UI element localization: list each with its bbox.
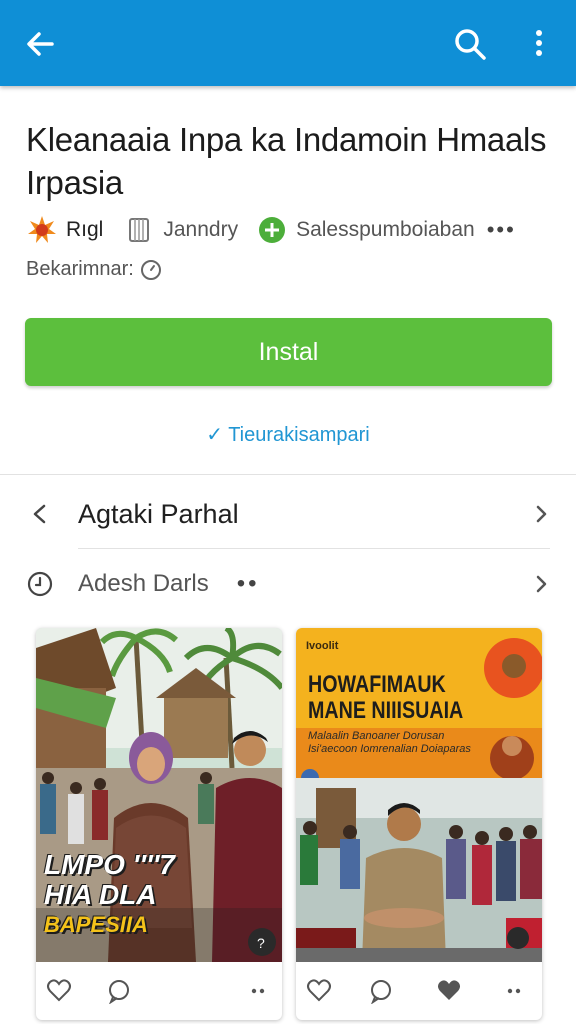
list-row-adesh[interactable]: Adesh Darls •• bbox=[0, 552, 576, 616]
heart-filled-icon[interactable] bbox=[436, 978, 462, 1004]
row-divider bbox=[78, 548, 550, 549]
search-icon[interactable] bbox=[450, 24, 490, 64]
app-title: Kleanaaia Inpa ka Indamoin Hmaals Irpasi… bbox=[26, 121, 547, 201]
app-subline: Bekarimnar: bbox=[26, 258, 162, 281]
heart-icon[interactable] bbox=[46, 978, 72, 1004]
overlay-line-1: LMPO ''''7 bbox=[44, 849, 175, 880]
row-label-text: Adesh Darls bbox=[78, 570, 209, 597]
section-divider bbox=[0, 474, 576, 475]
overlay-line-3: BAPESIIA bbox=[44, 912, 148, 937]
row-label: Agtaki Parhal bbox=[78, 498, 239, 529]
poster-brand: Ivoolit bbox=[306, 640, 339, 652]
poster-subtext: Malaalin Banoaner Dorusan Isi'aecoon Iom… bbox=[308, 730, 471, 755]
comment-icon[interactable] bbox=[106, 978, 132, 1004]
screenshot-overlay-title: LMPO ''''7 HIA DLA BAPESIIA bbox=[44, 850, 175, 940]
screenshot-image[interactable]: ? LMPO ''''7 HIA DLA BAPESIIA bbox=[36, 628, 282, 962]
screenshot-card[interactable]: Ivoolit HOWAFIMAUK MANE NIIISUAIA Malaal… bbox=[296, 628, 542, 1020]
add-circle-icon bbox=[256, 214, 288, 246]
verified-link[interactable]: ✓ Tieurakisampari bbox=[0, 422, 576, 447]
overlay-line-2: HIA DLA bbox=[44, 879, 157, 910]
comment-icon[interactable] bbox=[368, 978, 394, 1004]
category-icon bbox=[123, 214, 155, 246]
screenshot-card[interactable]: ? LMPO ''''7 HIA DLA BAPESIIA bbox=[36, 628, 282, 1020]
list-row-agtaki[interactable]: Agtaki Parhal bbox=[0, 482, 576, 546]
app-meta-row: Rıgl Janndry Salesspumboiaban ••• bbox=[26, 210, 556, 250]
chevron-right-icon bbox=[536, 575, 547, 593]
chevron-left-icon bbox=[33, 504, 46, 524]
install-button[interactable]: Instal bbox=[25, 318, 552, 386]
poster-headline: HOWAFIMAUK MANE NIIISUAIA bbox=[308, 671, 464, 724]
info-circle-icon[interactable] bbox=[140, 259, 162, 281]
back-arrow-icon[interactable] bbox=[22, 26, 58, 62]
more-info-button[interactable]: ••• bbox=[487, 217, 516, 243]
category-label[interactable]: Janndry bbox=[163, 218, 238, 242]
feature-label: Salesspumboiaban bbox=[296, 218, 475, 241]
card-actions bbox=[36, 962, 282, 1020]
more-vert-icon[interactable] bbox=[524, 24, 554, 64]
row-extra: •• bbox=[236, 570, 260, 597]
row-label: Adesh Darls •• bbox=[78, 570, 260, 598]
clock-icon bbox=[27, 571, 53, 597]
developer-name[interactable]: Rıgl bbox=[66, 218, 103, 242]
screenshot-image[interactable]: Ivoolit HOWAFIMAUK MANE NIIISUAIA Malaal… bbox=[296, 628, 542, 962]
card-actions bbox=[296, 962, 542, 1020]
more-horiz-icon[interactable] bbox=[246, 978, 272, 1004]
developer-logo-icon bbox=[26, 214, 58, 246]
app-bar bbox=[0, 0, 576, 86]
svg-text:?: ? bbox=[257, 935, 265, 951]
chevron-right-icon bbox=[536, 505, 547, 523]
subline-text: Bekarimnar: bbox=[26, 258, 134, 280]
heart-icon[interactable] bbox=[306, 978, 332, 1004]
more-horiz-icon[interactable] bbox=[502, 978, 528, 1004]
